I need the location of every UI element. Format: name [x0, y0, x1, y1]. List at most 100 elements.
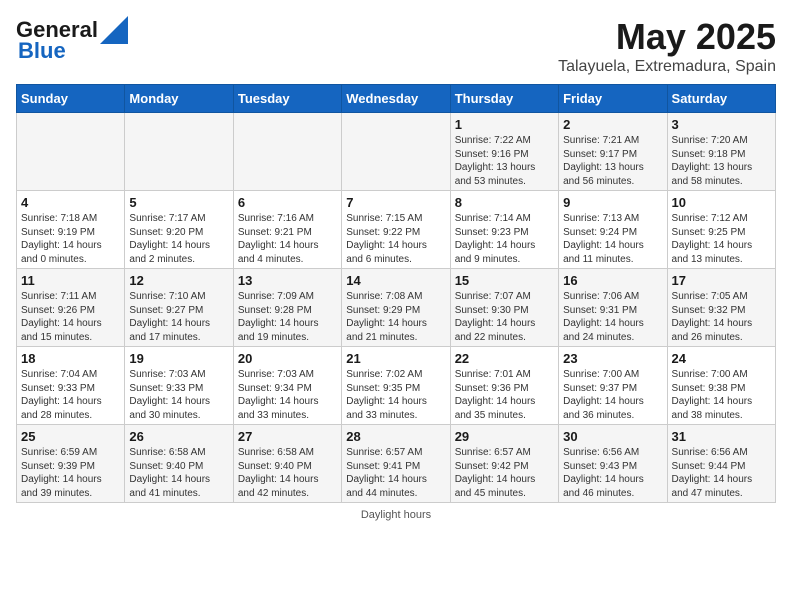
day-number: 24 [672, 351, 771, 366]
weekday-header: Thursday [450, 85, 558, 113]
calendar-cell: 24 Sunrise: 7:00 AM Sunset: 9:38 PM Dayli… [667, 347, 775, 425]
calendar-cell: 30 Sunrise: 6:56 AM Sunset: 9:43 PM Dayli… [559, 425, 667, 503]
calendar-cell: 14 Sunrise: 7:08 AM Sunset: 9:29 PM Dayli… [342, 269, 450, 347]
day-info: Sunrise: 7:08 AM Sunset: 9:29 PM Dayligh… [346, 290, 445, 344]
day-number: 25 [21, 429, 120, 444]
calendar-cell: 21 Sunrise: 7:02 AM Sunset: 9:35 PM Dayli… [342, 347, 450, 425]
day-number: 4 [21, 195, 120, 210]
day-number: 22 [455, 351, 554, 366]
logo-triangle-icon [100, 16, 128, 44]
day-number: 29 [455, 429, 554, 444]
day-number: 2 [563, 117, 662, 132]
day-info: Sunrise: 7:16 AM Sunset: 9:21 PM Dayligh… [238, 212, 337, 266]
weekday-header: Sunday [17, 85, 125, 113]
calendar-cell: 9 Sunrise: 7:13 AM Sunset: 9:24 PM Daylig… [559, 191, 667, 269]
day-number: 11 [21, 273, 120, 288]
calendar-cell: 22 Sunrise: 7:01 AM Sunset: 9:36 PM Dayli… [450, 347, 558, 425]
day-info: Sunrise: 7:22 AM Sunset: 9:16 PM Dayligh… [455, 134, 554, 188]
calendar-header-row: SundayMondayTuesdayWednesdayThursdayFrid… [17, 85, 776, 113]
day-number: 27 [238, 429, 337, 444]
calendar-cell [17, 113, 125, 191]
calendar-cell: 13 Sunrise: 7:09 AM Sunset: 9:28 PM Dayli… [233, 269, 341, 347]
calendar-cell: 26 Sunrise: 6:58 AM Sunset: 9:40 PM Dayli… [125, 425, 233, 503]
day-info: Sunrise: 6:59 AM Sunset: 9:39 PM Dayligh… [21, 446, 120, 500]
day-number: 10 [672, 195, 771, 210]
calendar-cell: 17Sunrise: 7:05 AM Sunset: 9:32 PM Dayli… [667, 269, 775, 347]
calendar-cell: 25 Sunrise: 6:59 AM Sunset: 9:39 PM Dayli… [17, 425, 125, 503]
day-info: Sunrise: 7:17 AM Sunset: 9:20 PM Dayligh… [129, 212, 228, 266]
day-number: 9 [563, 195, 662, 210]
day-info: Sunrise: 7:02 AM Sunset: 9:35 PM Dayligh… [346, 368, 445, 422]
calendar-cell: 8 Sunrise: 7:14 AM Sunset: 9:23 PM Daylig… [450, 191, 558, 269]
day-info: Sunrise: 7:00 AM Sunset: 9:38 PM Dayligh… [672, 368, 771, 422]
logo: General Blue [16, 16, 128, 64]
calendar-cell [342, 113, 450, 191]
day-info: Sunrise: 7:03 AM Sunset: 9:33 PM Dayligh… [129, 368, 228, 422]
day-number: 5 [129, 195, 228, 210]
day-number: 26 [129, 429, 228, 444]
day-number: 8 [455, 195, 554, 210]
day-info: Sunrise: 7:00 AM Sunset: 9:37 PM Dayligh… [563, 368, 662, 422]
calendar-cell: 4Sunrise: 7:18 AM Sunset: 9:19 PM Daylig… [17, 191, 125, 269]
day-number: 14 [346, 273, 445, 288]
day-info: Sunrise: 7:10 AM Sunset: 9:27 PM Dayligh… [129, 290, 228, 344]
calendar-week-row: 11 Sunrise: 7:11 AM Sunset: 9:26 PM Dayli… [17, 269, 776, 347]
calendar-cell [233, 113, 341, 191]
weekday-header: Tuesday [233, 85, 341, 113]
calendar-cell: 6 Sunrise: 7:16 AM Sunset: 9:21 PM Daylig… [233, 191, 341, 269]
day-info: Sunrise: 7:21 AM Sunset: 9:17 PM Dayligh… [563, 134, 662, 188]
calendar-cell [125, 113, 233, 191]
calendar-cell: 27Sunrise: 6:58 AM Sunset: 9:40 PM Dayli… [233, 425, 341, 503]
day-number: 13 [238, 273, 337, 288]
day-number: 12 [129, 273, 228, 288]
day-info: Sunrise: 7:13 AM Sunset: 9:24 PM Dayligh… [563, 212, 662, 266]
weekday-header: Monday [125, 85, 233, 113]
day-number: 31 [672, 429, 771, 444]
day-info: Sunrise: 7:07 AM Sunset: 9:30 PM Dayligh… [455, 290, 554, 344]
day-info: Sunrise: 6:57 AM Sunset: 9:41 PM Dayligh… [346, 446, 445, 500]
day-number: 28 [346, 429, 445, 444]
calendar-cell: 5 Sunrise: 7:17 AM Sunset: 9:20 PM Daylig… [125, 191, 233, 269]
calendar-cell: 20Sunrise: 7:03 AM Sunset: 9:34 PM Dayli… [233, 347, 341, 425]
day-info: Sunrise: 7:01 AM Sunset: 9:36 PM Dayligh… [455, 368, 554, 422]
weekday-header: Saturday [667, 85, 775, 113]
day-number: 30 [563, 429, 662, 444]
day-info: Sunrise: 6:56 AM Sunset: 9:43 PM Dayligh… [563, 446, 662, 500]
day-number: 15 [455, 273, 554, 288]
calendar-cell: 3Sunrise: 7:20 AM Sunset: 9:18 PM Daylig… [667, 113, 775, 191]
day-info: Sunrise: 6:58 AM Sunset: 9:40 PM Dayligh… [129, 446, 228, 500]
calendar-cell: 29 Sunrise: 6:57 AM Sunset: 9:42 PM Dayli… [450, 425, 558, 503]
weekday-header: Friday [559, 85, 667, 113]
day-info: Sunrise: 6:57 AM Sunset: 9:42 PM Dayligh… [455, 446, 554, 500]
calendar-cell: 31Sunrise: 6:56 AM Sunset: 9:44 PM Dayli… [667, 425, 775, 503]
day-info: Sunrise: 7:20 AM Sunset: 9:18 PM Dayligh… [672, 134, 771, 188]
calendar-cell: 2 Sunrise: 7:21 AM Sunset: 9:17 PM Daylig… [559, 113, 667, 191]
day-number: 16 [563, 273, 662, 288]
calendar-table: SundayMondayTuesdayWednesdayThursdayFrid… [16, 84, 776, 503]
day-number: 23 [563, 351, 662, 366]
page-subtitle: Talayuela, Extremadura, Spain [558, 58, 776, 76]
calendar-cell: 19Sunrise: 7:03 AM Sunset: 9:33 PM Dayli… [125, 347, 233, 425]
calendar-cell: 1 Sunrise: 7:22 AM Sunset: 9:16 PM Daylig… [450, 113, 558, 191]
day-info: Sunrise: 7:15 AM Sunset: 9:22 PM Dayligh… [346, 212, 445, 266]
day-number: 6 [238, 195, 337, 210]
day-info: Sunrise: 7:09 AM Sunset: 9:28 PM Dayligh… [238, 290, 337, 344]
title-block: May 2025 Talayuela, Extremadura, Spain [558, 16, 776, 76]
footer: Daylight hours [16, 509, 776, 521]
day-info: Sunrise: 7:04 AM Sunset: 9:33 PM Dayligh… [21, 368, 120, 422]
day-number: 21 [346, 351, 445, 366]
day-number: 18 [21, 351, 120, 366]
footer-label: Daylight hours [361, 509, 431, 521]
calendar-cell: 12 Sunrise: 7:10 AM Sunset: 9:27 PM Dayli… [125, 269, 233, 347]
calendar-cell: 15 Sunrise: 7:07 AM Sunset: 9:30 PM Dayli… [450, 269, 558, 347]
day-info: Sunrise: 7:06 AM Sunset: 9:31 PM Dayligh… [563, 290, 662, 344]
day-info: Sunrise: 7:11 AM Sunset: 9:26 PM Dayligh… [21, 290, 120, 344]
calendar-cell: 10Sunrise: 7:12 AM Sunset: 9:25 PM Dayli… [667, 191, 775, 269]
day-number: 20 [238, 351, 337, 366]
day-number: 1 [455, 117, 554, 132]
page-title: May 2025 [558, 16, 776, 58]
day-info: Sunrise: 7:14 AM Sunset: 9:23 PM Dayligh… [455, 212, 554, 266]
calendar-week-row: 1 Sunrise: 7:22 AM Sunset: 9:16 PM Daylig… [17, 113, 776, 191]
calendar-week-row: 4Sunrise: 7:18 AM Sunset: 9:19 PM Daylig… [17, 191, 776, 269]
day-info: Sunrise: 7:05 AM Sunset: 9:32 PM Dayligh… [672, 290, 771, 344]
